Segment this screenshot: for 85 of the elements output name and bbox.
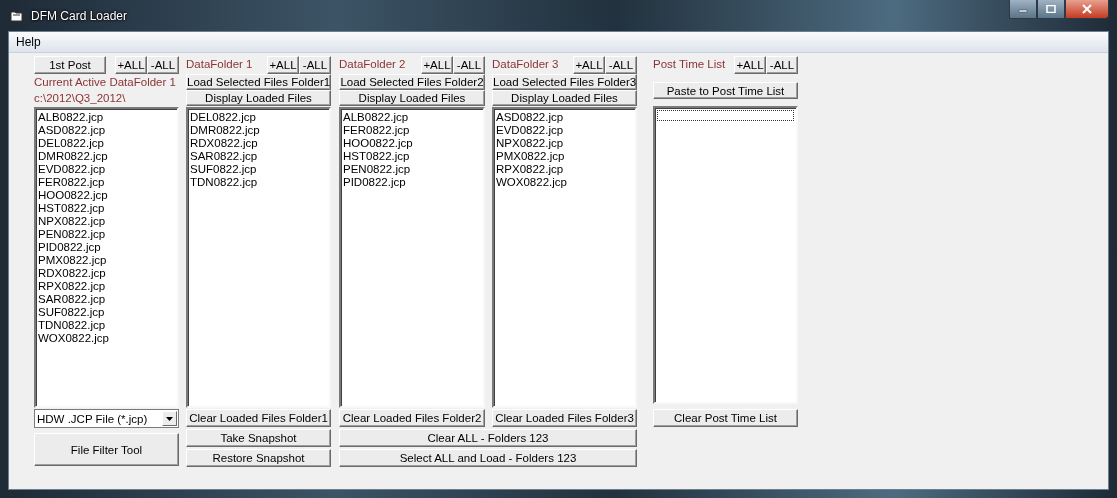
post-time-list[interactable] [653, 106, 798, 404]
list-item[interactable]: HST0822.jcp [38, 202, 175, 215]
app-icon [10, 9, 24, 22]
list-item[interactable]: RPX0822.jcp [38, 280, 175, 293]
list-item[interactable]: FER0822.jcp [343, 124, 481, 137]
menu-item[interactable]: Help [16, 35, 41, 49]
list-item[interactable]: FER0822.jcp [38, 176, 175, 189]
list-item[interactable]: WOX0822.jcp [38, 332, 175, 345]
select-all-button[interactable]: +ALL [421, 56, 453, 74]
list-item[interactable]: RDX0822.jcp [190, 137, 327, 150]
folder-title: DataFolder 2 [339, 57, 406, 72]
list-item[interactable]: SUF0822.jcp [190, 163, 327, 176]
deselect-all-button[interactable]: -ALL [453, 56, 485, 74]
list-item[interactable]: ASD0822.jcp [496, 111, 633, 124]
file-filter-button[interactable]: File Filter Tool [34, 433, 179, 466]
deselect-all-button[interactable]: -ALL [766, 56, 798, 74]
list-item[interactable]: PEN0822.jcp [343, 163, 481, 176]
deselect-all-button[interactable]: -ALL [605, 56, 637, 74]
file-list[interactable]: ASD0822.jcp EVD0822.jcp NPX0822.jcp PMX0822.jcp RPX0822.jcp WOX0822.jcp [492, 107, 637, 408]
list-item[interactable]: DMR0822.jcp [38, 150, 175, 163]
restore-snapshot-button[interactable]: Restore Snapshot [186, 449, 331, 467]
select-all-load-button[interactable]: Select ALL and Load - Folders 123 [339, 449, 637, 467]
list-item[interactable]: TDN0822.jcp [190, 176, 327, 189]
maximize-icon [1046, 5, 1056, 13]
display-files-button[interactable]: Display Loaded Files [186, 90, 331, 106]
list-item[interactable]: DMR0822.jcp [190, 124, 327, 137]
list-item[interactable]: DEL0822.jcp [38, 137, 175, 150]
close-button[interactable] [1065, 0, 1109, 19]
list-item[interactable]: HOO0822.jcp [343, 137, 481, 150]
list-item[interactable]: PID0822.jcp [343, 176, 481, 189]
list-item[interactable]: SAR0822.jcp [190, 150, 327, 163]
deselect-all-button[interactable]: -ALL [147, 56, 179, 74]
list-item[interactable]: TDN0822.jcp [38, 319, 175, 332]
clear-all-button[interactable]: Clear ALL - Folders 123 [339, 429, 637, 447]
load-files-button[interactable]: Load Selected Files Folder2 [339, 74, 485, 90]
display-files-button[interactable]: Display Loaded Files [492, 90, 637, 106]
clear-folder-button[interactable]: Clear Loaded Files Folder2 [339, 409, 485, 427]
list-item[interactable]: RPX0822.jcp [496, 163, 633, 176]
dropdown-arrow-button[interactable] [162, 411, 177, 426]
take-snapshot-button[interactable]: Take Snapshot [186, 429, 331, 447]
list-item[interactable]: ALB0822.jcp [343, 111, 481, 124]
file-list[interactable]: ALB0822.jcp FER0822.jcp HOO0822.jcp HST0822.jcp PEN0822.jcp PID0822.jcp [339, 107, 485, 408]
load-files-button[interactable]: Load Selected Files Folder3 [492, 74, 637, 90]
clear-folder-button[interactable]: Clear Loaded Files Folder3 [492, 409, 637, 427]
select-all-button[interactable]: +ALL [734, 56, 766, 74]
paste-button[interactable]: Paste to Post Time List [653, 82, 798, 99]
list-item[interactable]: PMX0822.jcp [38, 254, 175, 267]
list-item[interactable]: ASD0822.jcp [38, 124, 175, 137]
select-all-button[interactable]: +ALL [573, 56, 605, 74]
deselect-all-button[interactable]: -ALL [299, 56, 331, 74]
list-item[interactable]: NPX0822.jcp [496, 137, 633, 150]
clear-post-list-button[interactable]: Clear Post Time List [653, 409, 798, 427]
list-item[interactable]: HST0822.jcp [343, 150, 481, 163]
list-item[interactable]: RDX0822.jcp [38, 267, 175, 280]
folder-path: c:\2012\Q3_2012\ [34, 91, 127, 106]
list-item[interactable]: EVD0822.jcp [38, 163, 175, 176]
folder-title: DataFolder 1 [186, 57, 253, 72]
display-files-button[interactable]: Display Loaded Files [339, 90, 485, 106]
folder-title: DataFolder 3 [492, 57, 559, 72]
list-item[interactable]: EVD0822.jcp [496, 124, 633, 137]
window-title: DFM Card Loader [31, 8, 128, 23]
list-item[interactable]: NPX0822.jcp [38, 215, 175, 228]
clear-folder-button[interactable]: Clear Loaded Files Folder1 [186, 409, 331, 427]
list-item[interactable]: HOO0822.jcp [38, 189, 175, 202]
close-icon [1081, 4, 1093, 14]
list-item[interactable]: PID0822.jcp [38, 241, 175, 254]
file-filter-dropdown[interactable]: HDW .JCP File (*.jcp) [34, 409, 179, 428]
post-time-title: Post Time List [653, 57, 726, 72]
active-folder-label: Current Active DataFolder 1 [34, 75, 177, 90]
list-item[interactable]: PEN0822.jcp [38, 228, 175, 241]
list-item[interactable]: SAR0822.jcp [38, 293, 175, 306]
list-item[interactable]: WOX0822.jcp [496, 176, 633, 189]
load-files-button[interactable]: Load Selected Files Folder1 [186, 74, 331, 90]
post-button[interactable]: 1st Post [34, 56, 106, 74]
select-all-button[interactable]: +ALL [115, 56, 147, 74]
file-list[interactable] [34, 107, 179, 408]
list-item[interactable]: PMX0822.jcp [496, 150, 633, 163]
minimize-button[interactable] [1009, 0, 1037, 19]
maximize-button[interactable] [1037, 0, 1065, 19]
list-item[interactable]: SUF0822.jcp [38, 306, 175, 319]
list-item[interactable]: DEL0822.jcp [190, 111, 327, 124]
list-item[interactable]: ALB0822.jcp [38, 111, 175, 124]
file-list[interactable]: DEL0822.jcp DMR0822.jcp RDX0822.jcp SAR0822.jcp SUF0822.jcp TDN0822.jcp [186, 107, 331, 408]
caret-icon [166, 416, 173, 421]
select-all-button[interactable]: +ALL [267, 56, 299, 74]
